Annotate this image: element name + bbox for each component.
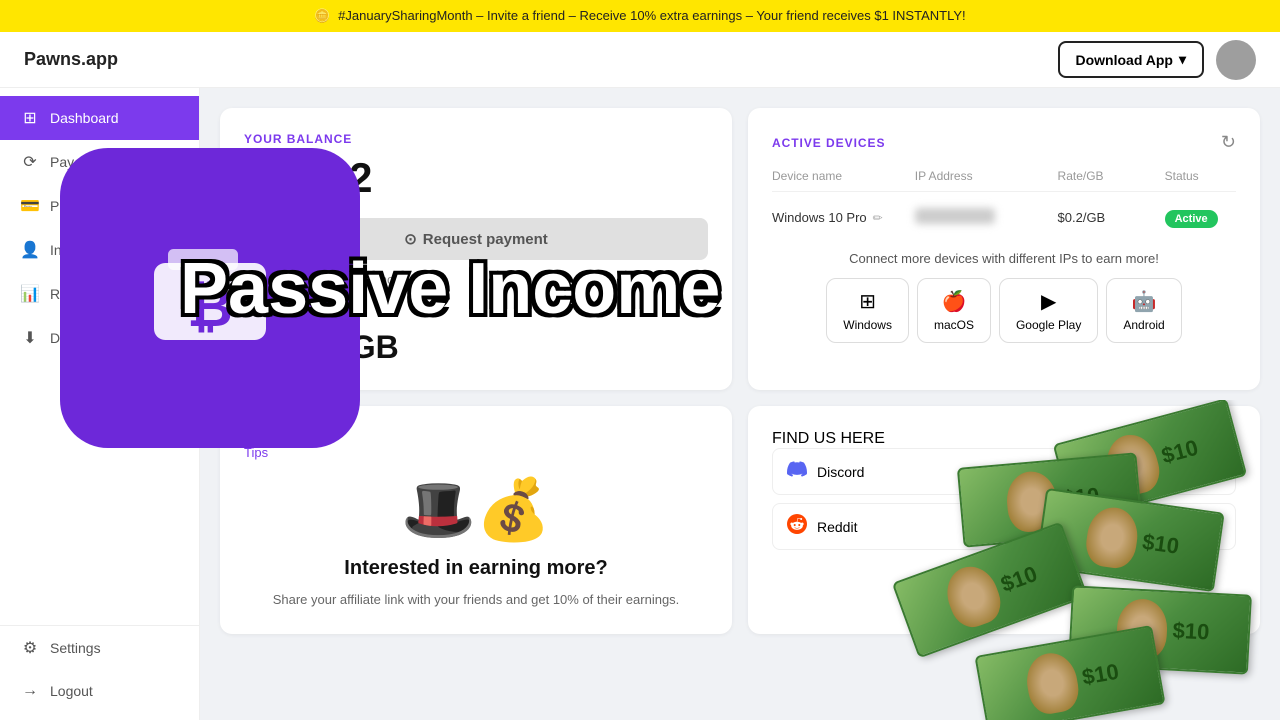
device-name-cell: Windows 10 Pro ✏ — [772, 210, 915, 225]
edit-icon[interactable]: ✏ — [873, 211, 883, 225]
earn-illustration: 🎩💰 — [244, 474, 708, 545]
google-play-button[interactable]: ▶ Google Play — [999, 278, 1098, 343]
devices-title: ACTIVE DEVICES — [772, 136, 885, 150]
status-badge: Active — [1165, 210, 1218, 228]
settings-icon: ⚙ — [20, 638, 40, 658]
android-button[interactable]: 🤖 Android — [1106, 278, 1181, 343]
windows-label: Windows — [843, 318, 892, 332]
header: Pawns.app Download App ▾ — [0, 32, 1280, 88]
find-us-card: FIND US HERE Discord Reddit — [748, 406, 1260, 634]
request-pay-label: Request payment — [423, 231, 548, 248]
macos-icon: 🍎 — [942, 289, 967, 314]
reddit-label: Reddit — [817, 519, 857, 535]
logout-icon: → — [20, 682, 40, 700]
app-icon-overlay: ₿ — [60, 148, 360, 448]
windows-button[interactable]: ⊞ Windows — [826, 278, 909, 343]
sidebar: ⊞ Dashboard ⟳ Payout History 💳 Payment M… — [0, 88, 200, 720]
banner-text: #JanuarySharingMonth – Invite a friend –… — [338, 8, 965, 23]
request-pay-icon: ⊙ — [404, 230, 417, 248]
status-cell: Active — [1165, 210, 1236, 225]
logo: Pawns.app — [24, 49, 118, 70]
col-rate: Rate/GB — [1058, 169, 1165, 183]
reddit-icon — [787, 514, 807, 539]
google-play-label: Google Play — [1016, 318, 1081, 332]
google-play-icon: ▶ — [1041, 289, 1056, 314]
android-label: Android — [1123, 318, 1164, 332]
col-device-name: Device name — [772, 169, 915, 183]
dashboard-icon: ⊞ — [20, 108, 40, 128]
svg-text:₿: ₿ — [187, 275, 233, 338]
col-ip: IP Address — [915, 169, 1058, 183]
main-content: YOUR BALANCE $1.412 ⊙ Request payment Th… — [200, 88, 1280, 720]
chevron-down-icon: ▾ — [1179, 51, 1186, 68]
pawn-logo-svg: ₿ — [140, 228, 280, 368]
devices-card: ACTIVE DEVICES ↻ Device name IP Address … — [748, 108, 1260, 390]
coin-icon: 🪙 — [314, 8, 330, 23]
sidebar-item-dashboard[interactable]: ⊞ Dashboard — [0, 96, 199, 140]
earn-description: Share your affiliate link with your frie… — [244, 590, 708, 610]
reddit-item[interactable]: Reddit — [772, 503, 1236, 550]
sidebar-label-settings: Settings — [50, 640, 101, 656]
payment-icon: 💳 — [20, 196, 40, 216]
rate-cell: $0.2/GB — [1058, 210, 1165, 225]
devices-card-header: ACTIVE DEVICES ↻ — [772, 132, 1236, 153]
col-status: Status — [1165, 169, 1236, 183]
android-icon: 🤖 — [1132, 289, 1157, 314]
header-right: Download App ▾ — [1058, 40, 1257, 80]
history-icon: ⟳ — [20, 152, 40, 172]
download-app-label: Download App — [1076, 52, 1173, 68]
discord-item[interactable]: Discord — [772, 448, 1236, 495]
download-icon: ⬇ — [20, 328, 40, 348]
device-buttons: ⊞ Windows 🍎 macOS ▶ Google Play 🤖 Androi… — [772, 278, 1236, 343]
find-title: FIND US HERE — [772, 430, 1236, 448]
sidebar-item-logout[interactable]: → Logout — [0, 670, 199, 712]
discord-icon — [787, 459, 807, 484]
discord-label: Discord — [817, 464, 864, 480]
windows-icon: ⊞ — [859, 289, 876, 314]
sidebar-label-logout: Logout — [50, 683, 93, 699]
macos-label: macOS — [934, 318, 974, 332]
macos-button[interactable]: 🍎 macOS — [917, 278, 991, 343]
table-header: Device name IP Address Rate/GB Status — [772, 169, 1236, 192]
refresh-button[interactable]: ↻ — [1221, 132, 1236, 153]
ip-blurred — [915, 208, 995, 224]
promo-banner: 🪙 #JanuarySharingMonth – Invite a friend… — [0, 0, 1280, 32]
sidebar-label-dashboard: Dashboard — [50, 110, 119, 126]
ip-address-cell — [915, 208, 1058, 227]
invite-icon: 👤 — [20, 240, 40, 260]
connect-more-text: Connect more devices with different IPs … — [772, 251, 1236, 266]
download-app-button[interactable]: Download App ▾ — [1058, 41, 1205, 78]
stats-icon: 📊 — [20, 284, 40, 304]
table-row: Windows 10 Pro ✏ $0.2/GB Active — [772, 200, 1236, 235]
sidebar-item-settings[interactable]: ⚙ Settings — [0, 626, 199, 670]
balance-label: YOUR BALANCE — [244, 132, 708, 146]
avatar[interactable] — [1216, 40, 1256, 80]
sidebar-bottom: ⚙ Settings → Logout — [0, 625, 199, 712]
earn-heading: Interested in earning more? — [244, 557, 708, 580]
device-name-text: Windows 10 Pro — [772, 210, 867, 225]
